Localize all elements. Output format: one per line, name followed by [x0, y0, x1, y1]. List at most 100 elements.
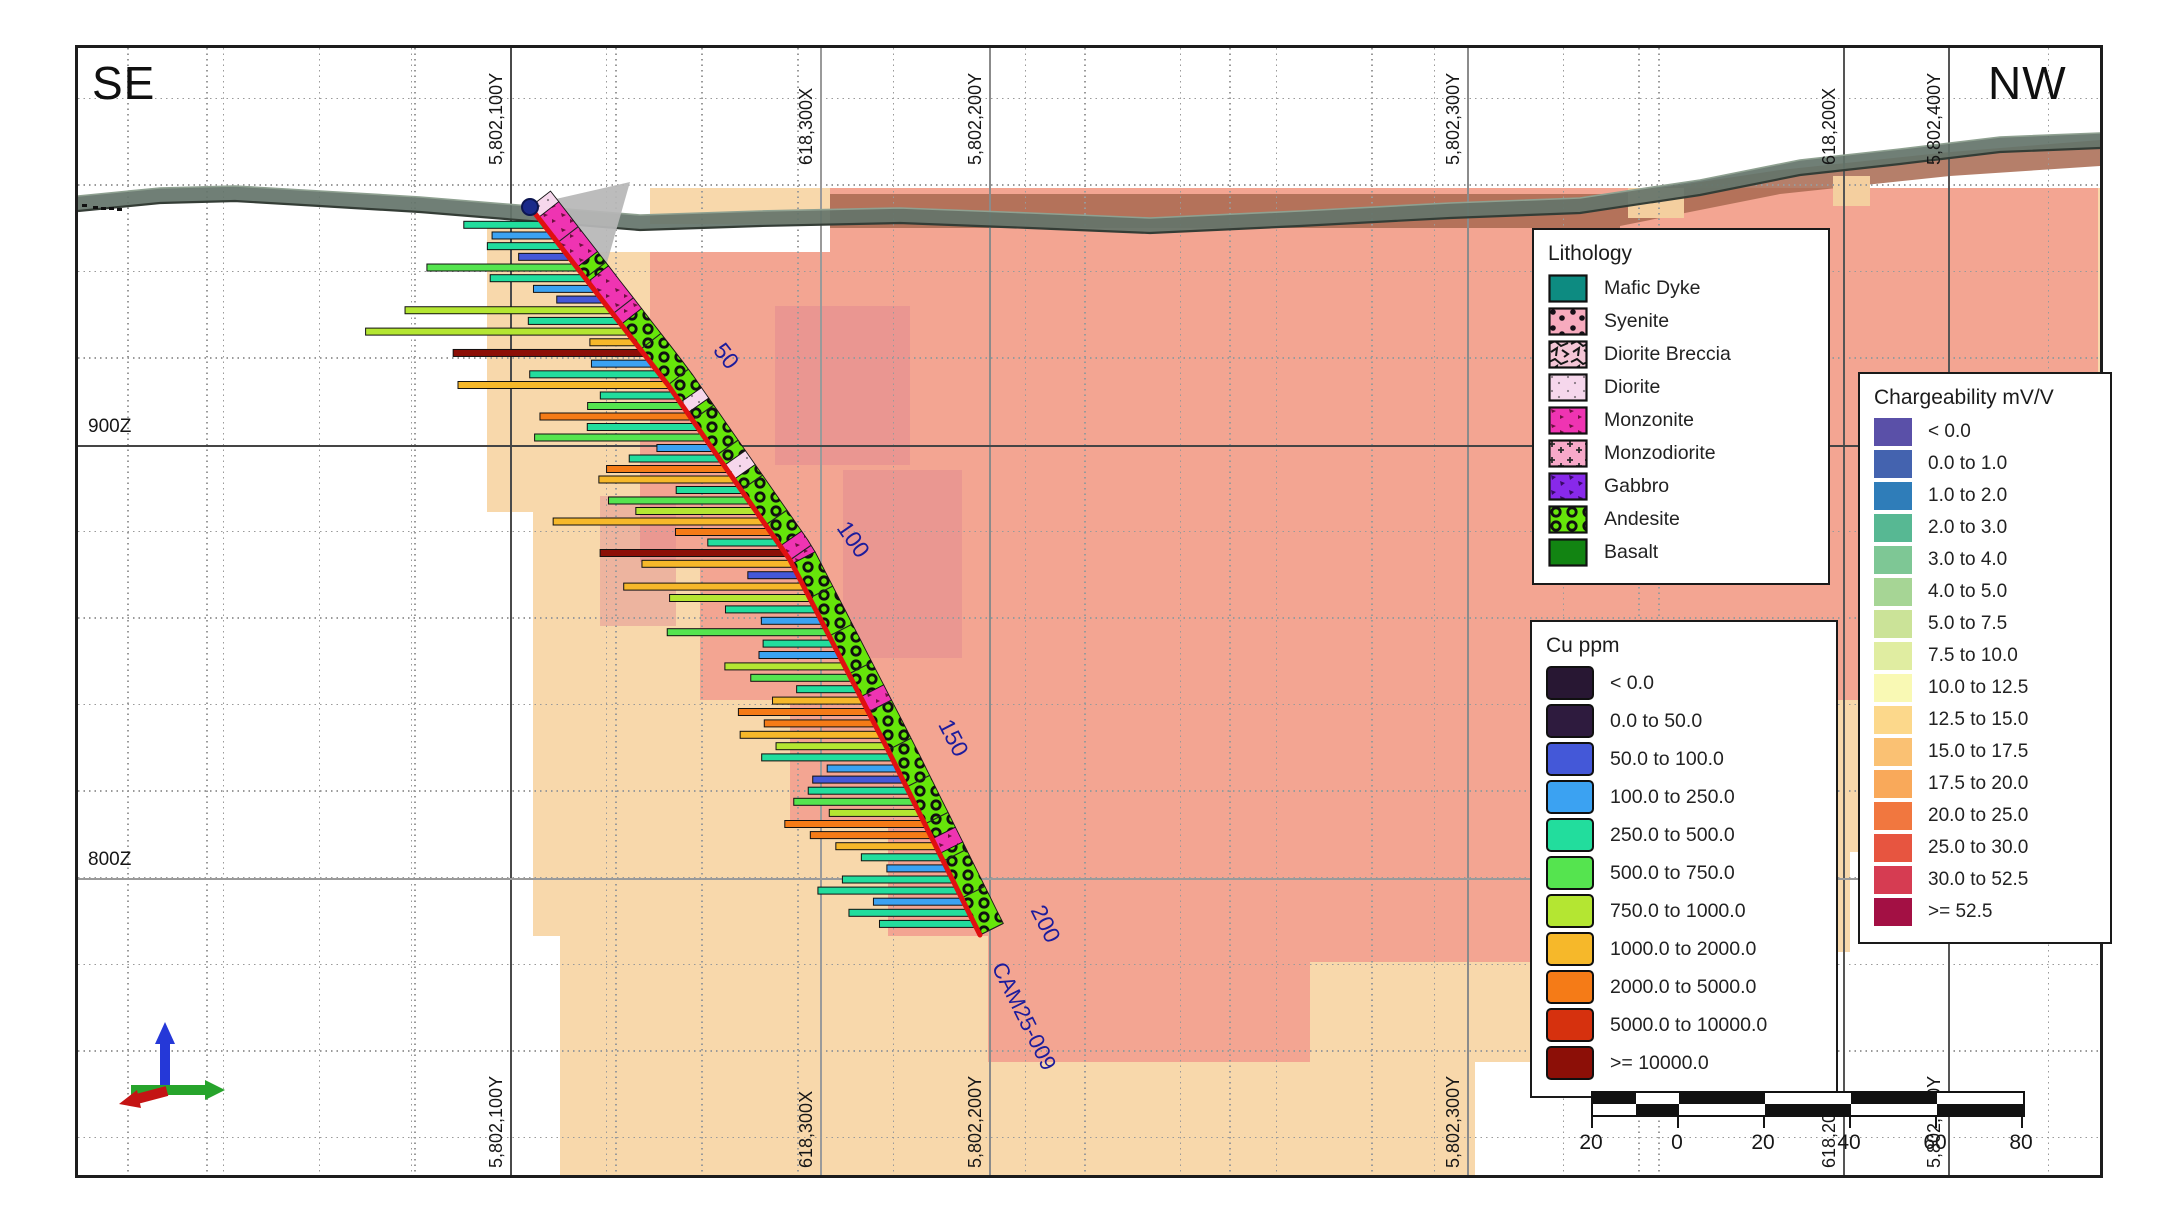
assay-bar: [813, 776, 903, 783]
scale-cell: [1851, 1093, 1937, 1104]
legend-item-lithology: Monzonite: [1548, 406, 1816, 435]
assay-bar: [740, 731, 880, 738]
assay-bar: [676, 487, 741, 494]
assay-bar: [458, 382, 668, 389]
assay-bar: [642, 560, 792, 567]
legend-item-lithology: Syenite: [1548, 307, 1816, 336]
legend-item-lithology: Basalt: [1548, 538, 1816, 567]
assay-bar: [810, 832, 930, 839]
assay-bar: [607, 466, 727, 473]
assay-bar: [887, 865, 947, 872]
chargeability-swatch: [1874, 514, 1912, 542]
legend-item-cu: 2000.0 to 5000.0: [1546, 970, 1824, 1004]
scale-tick: [1591, 1117, 1593, 1128]
lithology-legend: Lithology Mafic DykeSyeniteDiorite Brecc…: [1532, 228, 1830, 585]
cu-swatch: [1546, 970, 1594, 1004]
scale-cell: [1679, 1093, 1765, 1104]
legend-item-chargeability: < 0.0: [1874, 418, 2098, 446]
grid-vline-label-bottom: 5,802,100Y: [486, 1076, 507, 1168]
assay-bar: [540, 413, 690, 420]
legend-item-chargeability: 15.0 to 17.5: [1874, 738, 2098, 766]
legend-item-chargeability: 0.0 to 1.0: [1874, 450, 2098, 478]
legend-item-label: 1.0 to 2.0: [1928, 485, 2007, 507]
diorite-swatch: [1548, 373, 1588, 402]
assay-bar: [553, 518, 763, 525]
assay-bar: [588, 403, 683, 410]
legend-item-label: < 0.0: [1928, 421, 1971, 443]
assay-bar: [490, 275, 585, 282]
scale-cell: [1593, 1104, 1636, 1115]
assay-bar: [530, 371, 660, 378]
elevation-label-left: 900Z: [88, 416, 131, 438]
assay-bar: [670, 595, 810, 602]
cu-ppm-legend-title: Cu ppm: [1546, 634, 1824, 658]
legend-item-cu: 5000.0 to 10000.0: [1546, 1008, 1824, 1042]
legend-item-lithology: Mafic Dyke: [1548, 274, 1816, 303]
legend-item-label: Andesite: [1604, 508, 1680, 531]
assay-bar: [533, 285, 593, 292]
scale-tick-label: 20: [1579, 1131, 1602, 1155]
andesite-swatch: [1548, 505, 1588, 534]
legend-item-label: Monzonite: [1604, 409, 1694, 432]
cu-swatch: [1546, 1008, 1594, 1042]
legend-item-lithology: Andesite: [1548, 505, 1816, 534]
scale-cell: [1937, 1104, 2023, 1115]
legend-item-label: 4.0 to 5.0: [1928, 581, 2007, 603]
drillhole-name-label: CAM25-009: [987, 958, 1062, 1074]
assay-bar: [708, 539, 778, 546]
cu-swatch: [1546, 894, 1594, 928]
scale-cell: [1679, 1104, 1765, 1115]
legend-item-cu: 100.0 to 250.0: [1546, 780, 1824, 814]
legend-item-label: 17.5 to 20.0: [1928, 773, 2028, 795]
legend-item-label: 0.0 to 1.0: [1928, 453, 2007, 475]
chargeability-swatch: [1874, 546, 1912, 574]
legend-item-label: 2.0 to 3.0: [1928, 517, 2007, 539]
depth-label: 200: [1026, 901, 1066, 947]
assay-bar: [667, 629, 827, 636]
depth-label: 150: [933, 715, 974, 761]
chargeability-swatch: [1874, 706, 1912, 734]
scale-tick: [1849, 1117, 1851, 1128]
syenite-swatch: [1548, 307, 1588, 336]
depth-label: 50: [708, 338, 744, 374]
assay-bar: [797, 686, 857, 693]
legend-item-label: 100.0 to 250.0: [1610, 786, 1735, 809]
scale-cell: [1593, 1093, 1636, 1104]
assay-bar: [487, 243, 560, 250]
legend-item-label: Diorite Breccia: [1604, 343, 1731, 366]
elevation-label-left: 800Z: [88, 849, 131, 871]
legend-item-cu: 500.0 to 750.0: [1546, 856, 1824, 890]
corner-label-se: SE: [92, 56, 155, 110]
scale-cell: [1851, 1104, 1937, 1115]
legend-item-label: 3.0 to 4.0: [1928, 549, 2007, 571]
chargeability-legend-title: Chargeability mV/V: [1874, 386, 2098, 410]
cu-ppm-legend: Cu ppm < 0.00.0 to 50.050.0 to 100.0100.…: [1530, 620, 1838, 1098]
legend-item-chargeability: 4.0 to 5.0: [1874, 578, 2098, 606]
chargeability-swatch: [1874, 770, 1912, 798]
legend-item-label: 7.5 to 10.0: [1928, 645, 2018, 667]
section-view-window: 50100150200CAM25-009 SE NW Lithology Maf…: [0, 0, 2160, 1215]
scale-tick-label: 20: [1751, 1131, 1774, 1155]
scale-tick-label: 40: [1837, 1131, 1860, 1155]
assay-bar: [794, 798, 914, 805]
assay-bar: [557, 296, 602, 303]
legend-item-label: >= 52.5: [1928, 901, 1992, 923]
assay-bar: [759, 652, 839, 659]
assay-bar: [849, 909, 969, 916]
assay-bar: [464, 221, 544, 228]
chargeability-legend: Chargeability mV/V < 0.0 0.0 to 1.0 1.0 to…: [1858, 372, 2112, 944]
legend-item-chargeability: 1.0 to 2.0: [1874, 482, 2098, 510]
mafic-swatch: [1548, 274, 1588, 303]
assay-bar: [366, 328, 627, 335]
scale-cell: [1937, 1093, 2023, 1104]
legend-item-label: Syenite: [1604, 310, 1669, 333]
legend-item-label: 25.0 to 30.0: [1928, 837, 2028, 859]
collar-point[interactable]: [522, 199, 538, 215]
assay-bar: [587, 424, 697, 431]
chargeability-swatch: [1874, 834, 1912, 862]
legend-item-label: 15.0 to 17.5: [1928, 741, 2028, 763]
assay-bar: [773, 697, 863, 704]
legend-item-cu: 250.0 to 500.0: [1546, 818, 1824, 852]
monzodiorite-swatch: [1548, 439, 1588, 468]
assay-bar: [528, 317, 618, 324]
